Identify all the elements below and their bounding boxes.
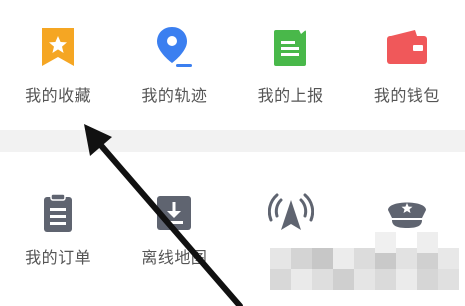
menu-item-wallet[interactable]: 我的钱包: [349, 0, 465, 130]
menu-item-orders[interactable]: 我的订单: [0, 152, 116, 306]
menu-item-offline-map[interactable]: 离线地图: [116, 152, 232, 306]
navigation-signal-icon: [266, 188, 316, 238]
menu-item-track[interactable]: 我的轨迹: [116, 0, 232, 130]
top-menu-grid: 我的收藏 我的轨迹 我的上报 我的钱包: [0, 0, 465, 130]
police-cap-icon: [382, 188, 432, 238]
mosaic-overlay: [270, 232, 465, 306]
menu-item-label: 我的上报: [257, 88, 324, 105]
menu-item-label: 离线地图: [141, 250, 208, 267]
menu-item-label: 我的轨迹: [141, 88, 208, 105]
menu-item-favorites[interactable]: 我的收藏: [0, 0, 116, 130]
wallet-icon: [382, 22, 432, 72]
menu-item-label: 我的收藏: [25, 88, 92, 105]
bookmark-star-icon: [33, 22, 83, 72]
report-edit-icon: [266, 22, 316, 72]
clipboard-icon: [33, 188, 83, 238]
menu-item-reports[interactable]: 我的上报: [233, 0, 349, 130]
location-pin-icon: [149, 22, 199, 72]
menu-item-label: 我的订单: [25, 250, 92, 267]
section-divider: [0, 130, 465, 152]
offline-download-icon: [149, 188, 199, 238]
menu-item-label: 我的钱包: [373, 88, 440, 105]
